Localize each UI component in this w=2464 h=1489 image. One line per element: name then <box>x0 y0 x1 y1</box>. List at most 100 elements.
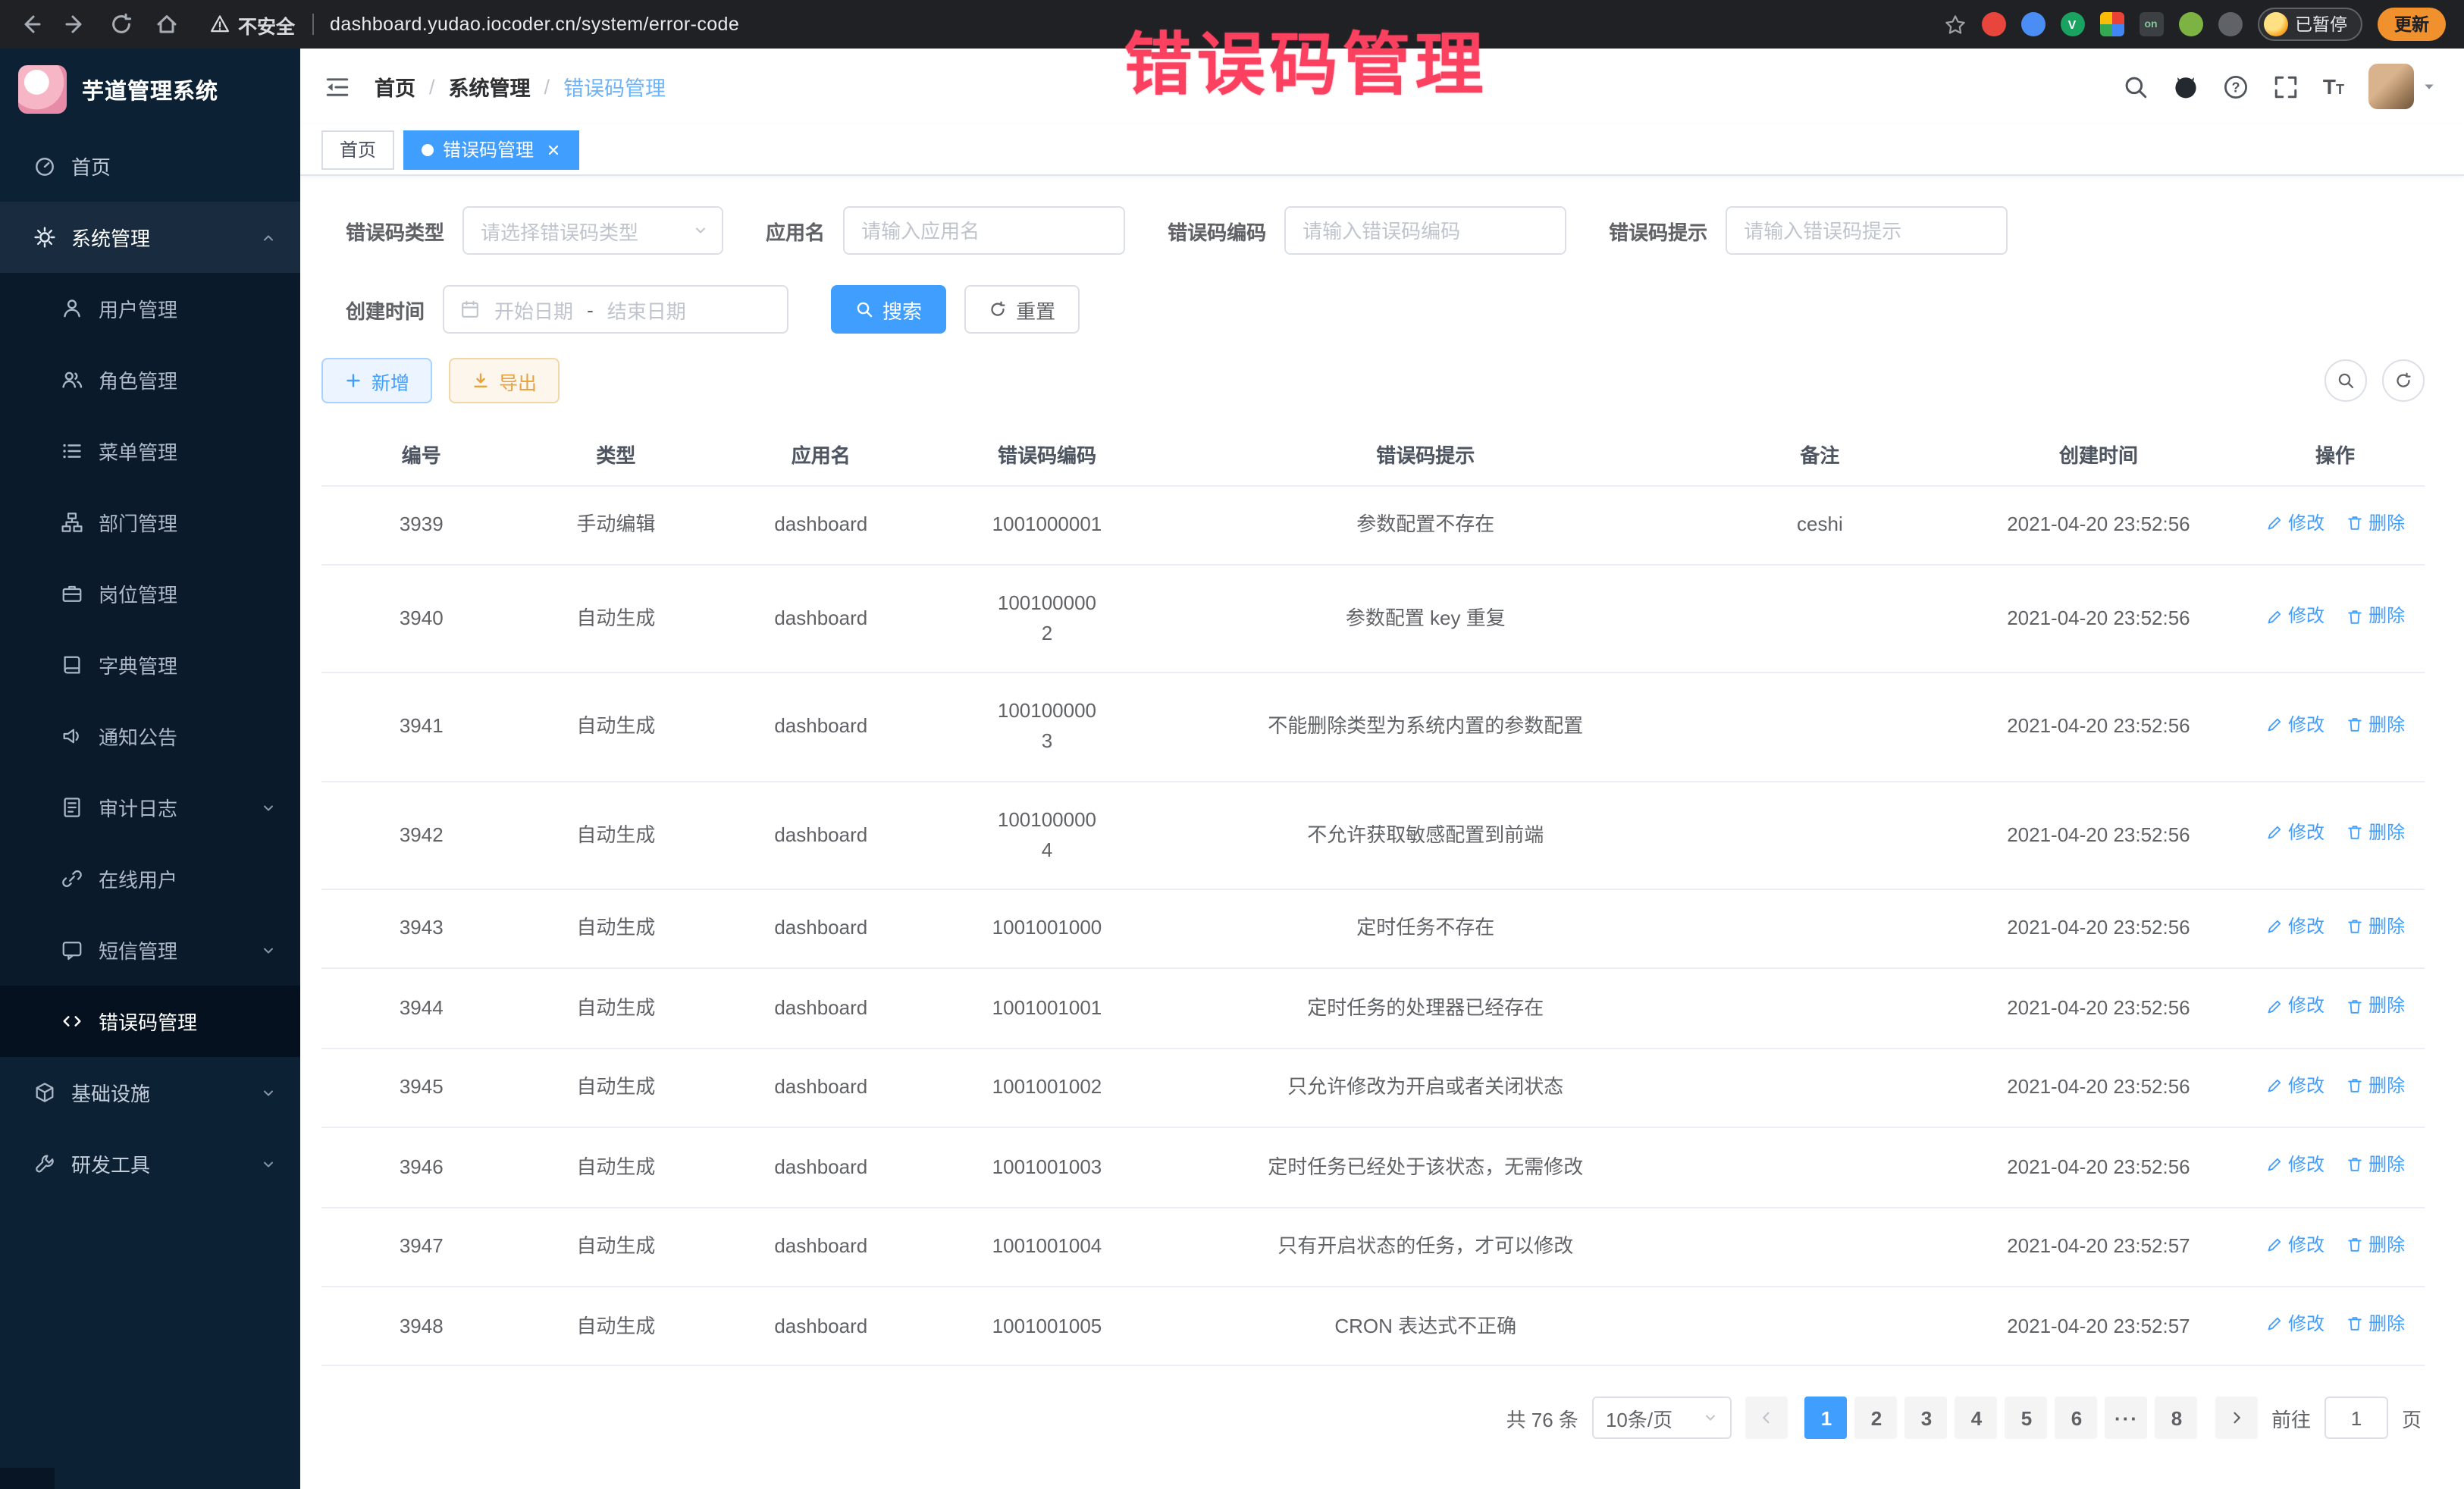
delete-link[interactable]: 删除 <box>2346 992 2405 1020</box>
sidebar-collapse-strip[interactable] <box>0 1468 55 1489</box>
pager-page-4[interactable]: 4 <box>1955 1397 1998 1440</box>
edit-link[interactable]: 修改 <box>2265 913 2324 941</box>
reload-icon[interactable] <box>109 12 133 36</box>
delete-link[interactable]: 删除 <box>2346 509 2405 537</box>
column-header: 编号 <box>321 425 522 485</box>
delete-link[interactable]: 删除 <box>2346 1071 2405 1099</box>
extension-icon[interactable] <box>2020 12 2045 36</box>
cell-hint: 定时任务不存在 <box>1163 889 1689 969</box>
app-name-input[interactable] <box>843 206 1125 255</box>
pager-page-6[interactable]: 6 <box>2055 1397 2098 1440</box>
update-button[interactable]: 更新 <box>2378 8 2446 41</box>
goto-page-input[interactable] <box>2324 1397 2388 1440</box>
forward-icon[interactable] <box>64 12 88 36</box>
goto-suffix: 页 <box>2402 1404 2422 1433</box>
next-page-button[interactable] <box>2215 1397 2258 1440</box>
edit-link[interactable]: 修改 <box>2265 603 2324 631</box>
tab-error-codes[interactable]: 错误码管理 <box>403 130 579 169</box>
font-size-icon[interactable]: TT <box>2323 76 2344 97</box>
breadcrumb-item[interactable]: 系统管理 <box>449 71 531 102</box>
edit-link[interactable]: 修改 <box>2265 819 2324 847</box>
sidebar-item-online-users[interactable]: 在线用户 <box>0 843 300 914</box>
delete-link[interactable]: 删除 <box>2346 913 2405 941</box>
cell-app: dashboard <box>710 1207 931 1287</box>
edit-link[interactable]: 修改 <box>2265 710 2324 738</box>
error-type-select[interactable]: 请选择错误码类型 <box>462 206 723 255</box>
app-logo[interactable]: 芋道管理系统 <box>0 49 300 130</box>
cell-actions: 修改删除 <box>2246 1287 2425 1366</box>
toggle-search-button[interactable] <box>2324 359 2367 402</box>
sidebar-item-infrastructure[interactable]: 基础设施 <box>0 1057 300 1128</box>
extension-icon[interactable] <box>1981 12 2005 36</box>
delete-link[interactable]: 删除 <box>2346 1310 2405 1338</box>
sidebar-item-dictionary[interactable]: 字典管理 <box>0 629 300 701</box>
error-code-input[interactable] <box>1284 206 1566 255</box>
sidebar-item-notices[interactable]: 通知公告 <box>0 701 300 772</box>
back-icon[interactable] <box>18 12 42 36</box>
sidebar-item-departments[interactable]: 部门管理 <box>0 487 300 558</box>
sidebar-item-users[interactable]: 用户管理 <box>0 273 300 344</box>
column-header: 应用名 <box>710 425 931 485</box>
add-button[interactable]: 新增 <box>321 358 432 403</box>
pager-page-5[interactable]: 5 <box>2005 1397 2048 1440</box>
delete-link[interactable]: 删除 <box>2346 710 2405 738</box>
export-button[interactable]: 导出 <box>449 358 560 403</box>
sidebar-item-error-codes[interactable]: 错误码管理 <box>0 986 300 1057</box>
github-icon[interactable] <box>2173 74 2199 99</box>
sidebar-item-system[interactable]: 系统管理 <box>0 202 300 273</box>
breadcrumb-item[interactable]: 首页 <box>375 71 415 102</box>
help-icon[interactable]: ? <box>2223 74 2249 99</box>
edit-link[interactable]: 修改 <box>2265 509 2324 537</box>
reset-button[interactable]: 重置 <box>964 285 1080 334</box>
app-title: 芋道管理系统 <box>82 74 218 105</box>
extension-icon[interactable] <box>2178 12 2202 36</box>
edit-link[interactable]: 修改 <box>2265 992 2324 1020</box>
address-bar[interactable]: 不安全 dashboard.yudao.iocoder.cn/system/er… <box>209 10 739 39</box>
bookmark-star-icon[interactable] <box>1943 13 1966 36</box>
delete-link[interactable]: 删除 <box>2346 1230 2405 1259</box>
extension-icon[interactable]: V <box>2060 12 2084 36</box>
delete-link[interactable]: 删除 <box>2346 1151 2405 1179</box>
sidebar-item-posts[interactable]: 岗位管理 <box>0 558 300 629</box>
sidebar-item-roles[interactable]: 角色管理 <box>0 344 300 415</box>
cell-code: 1001001003 <box>931 1127 1162 1207</box>
search-icon[interactable] <box>2123 74 2149 99</box>
user-icon <box>61 297 83 320</box>
search-button[interactable]: 搜索 <box>831 285 946 334</box>
table-row: 3943自动生成dashboard1001001000定时任务不存在2021-0… <box>321 889 2425 969</box>
pager-page-2[interactable]: 2 <box>1855 1397 1898 1440</box>
cell-actions: 修改删除 <box>2246 1127 2425 1207</box>
edit-link[interactable]: 修改 <box>2265 1151 2324 1179</box>
edit-link[interactable]: 修改 <box>2265 1310 2324 1338</box>
tab-home[interactable]: 首页 <box>321 130 394 169</box>
sidebar-item-sms[interactable]: 短信管理 <box>0 914 300 986</box>
edit-link[interactable]: 修改 <box>2265 1071 2324 1099</box>
extension-icon[interactable] <box>2099 12 2124 36</box>
delete-link[interactable]: 删除 <box>2346 603 2405 631</box>
extension-icon[interactable]: on <box>2139 12 2163 36</box>
pager-page-3[interactable]: 3 <box>1905 1397 1948 1440</box>
extensions-puzzle-icon[interactable] <box>2218 12 2242 36</box>
create-time-range-picker[interactable]: 开始日期 - 结束日期 <box>443 285 788 334</box>
user-menu[interactable] <box>2368 64 2437 109</box>
pager-page-1[interactable]: 1 <box>1805 1397 1848 1440</box>
sidebar-item-menus[interactable]: 菜单管理 <box>0 415 300 487</box>
profile-paused-badge[interactable]: 已暂停 <box>2257 8 2362 41</box>
column-header: 错误码编码 <box>931 425 1162 485</box>
prev-page-button[interactable] <box>1745 1397 1788 1440</box>
fullscreen-icon[interactable] <box>2273 74 2299 99</box>
delete-link[interactable]: 删除 <box>2346 819 2405 847</box>
close-icon[interactable] <box>546 142 561 157</box>
sidebar-item-home[interactable]: 首页 <box>0 130 300 202</box>
cell-actions: 修改删除 <box>2246 1207 2425 1287</box>
menu-fold-icon[interactable] <box>324 74 350 99</box>
home-icon[interactable] <box>155 12 179 36</box>
refresh-button[interactable] <box>2382 359 2425 402</box>
page-size-select[interactable]: 10条/页 <box>1592 1397 1732 1440</box>
sidebar-item-dev-tools[interactable]: 研发工具 <box>0 1128 300 1199</box>
edit-link[interactable]: 修改 <box>2265 1230 2324 1259</box>
pager-page-8[interactable]: 8 <box>2155 1397 2198 1440</box>
error-hint-input[interactable] <box>1726 206 2008 255</box>
sidebar-item-audit-logs[interactable]: 审计日志 <box>0 772 300 843</box>
pager-more[interactable]: ··· <box>2105 1397 2148 1440</box>
